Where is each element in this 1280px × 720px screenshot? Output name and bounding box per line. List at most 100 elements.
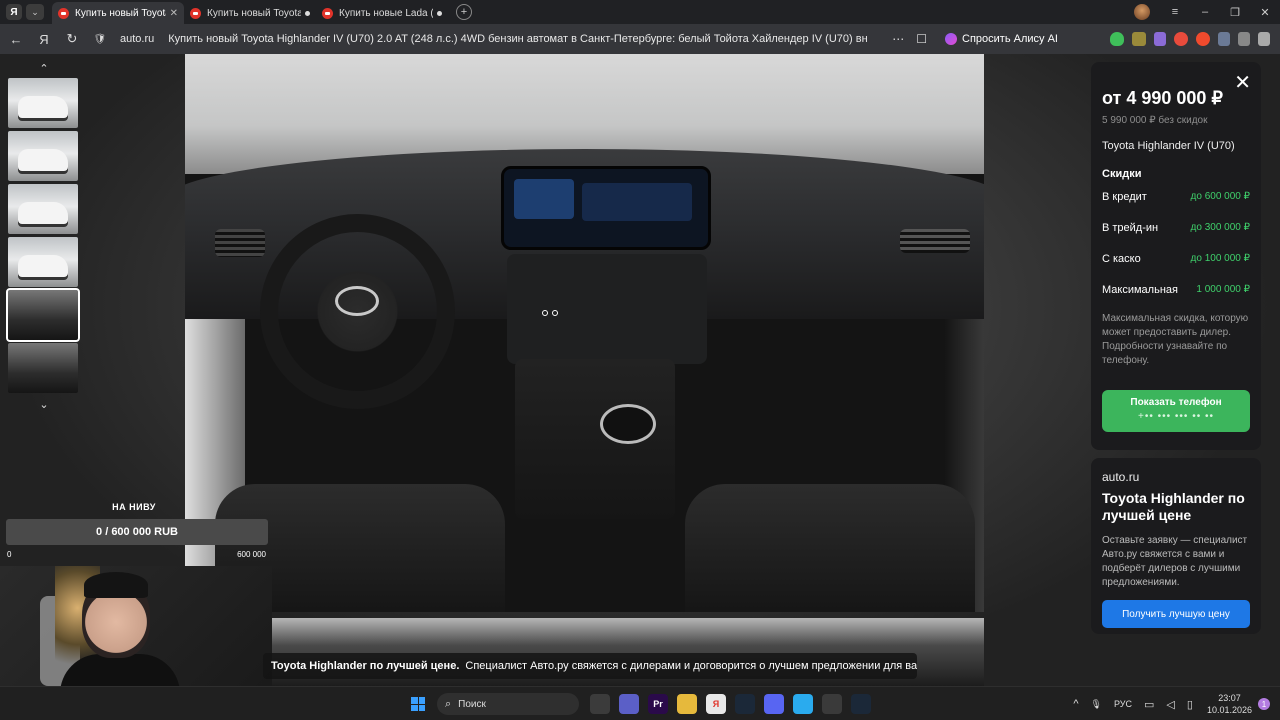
tray-overflow-icon[interactable]: ^	[1073, 698, 1078, 710]
gallery-thumbnail[interactable]	[8, 343, 78, 393]
tab-lada[interactable]: Купить новые Lada (ВА	[316, 2, 448, 24]
discounts-title: Скидки	[1102, 168, 1142, 180]
promo-text: Оставьте заявку — специалист Авто.ру свя…	[1102, 535, 1248, 588]
discount-label: Максимальная	[1102, 283, 1178, 296]
model-name: Toyota Highlander IV (U70)	[1102, 140, 1235, 152]
privacy-extension-icon[interactable]	[1218, 32, 1230, 46]
tab-toyota-2[interactable]: Купить новый Toyota H	[184, 2, 316, 24]
gallery-thumbnail[interactable]	[8, 131, 78, 181]
promo-brand: auto.ru	[1102, 470, 1140, 484]
feather-extension-icon[interactable]	[1154, 32, 1166, 46]
new-tab-button[interactable]: +	[456, 4, 472, 20]
carousel-dot-icon[interactable]	[552, 310, 558, 316]
banner-text: Специалист Авто.ру свяжется с дилерами и…	[465, 660, 917, 672]
notification-badge[interactable]: 1	[1258, 698, 1270, 710]
adblock-extension-icon[interactable]	[1174, 32, 1188, 46]
best-price-banner[interactable]: Toyota Highlander по лучшей цене. Специа…	[263, 653, 917, 679]
browser-menu-icon[interactable]: ≡	[1160, 6, 1190, 18]
bookmark-icon[interactable]: ☐	[916, 32, 927, 46]
donation-goal-overlay: НА НИВУ 0 / 600 000 RUB 0 600 000	[6, 502, 268, 564]
tab-unsaved-dot-icon	[305, 10, 310, 16]
site-security-icon[interactable]: 🛡	[86, 34, 114, 45]
discord-app-icon[interactable]	[764, 694, 784, 714]
autoru-favicon-icon	[322, 7, 333, 19]
tab-label: Купить новый Toyota H	[207, 7, 301, 19]
ask-alice-button[interactable]: Спросить Алису AI	[937, 29, 1066, 49]
page-title[interactable]: Купить новый Toyota Highlander IV (U70) …	[168, 33, 868, 45]
photo-infotainment-screen	[501, 166, 711, 250]
show-phone-label: Показать телефон	[1130, 397, 1222, 408]
restore-icon[interactable]: ❐	[1220, 6, 1250, 19]
goal-min: 0	[7, 550, 12, 559]
more-icon[interactable]: ⋯	[892, 32, 904, 46]
tab-close-icon[interactable]: ✕	[170, 8, 178, 19]
files-app-icon[interactable]	[590, 694, 610, 714]
network-icon[interactable]: ▭	[1144, 698, 1154, 711]
battery-icon[interactable]: ▯	[1187, 698, 1193, 711]
gallery-thumbnail[interactable]	[8, 237, 78, 287]
tab-unsaved-dot-icon	[437, 10, 442, 16]
language-indicator[interactable]: РУС	[1114, 699, 1132, 709]
premiere-app-icon[interactable]: Pr	[648, 694, 668, 714]
webcam-overlay	[0, 566, 272, 686]
discount-value: до 600 000 ₽	[1190, 191, 1250, 202]
thumbs-up-arrow-icon[interactable]: ⌃	[8, 60, 80, 78]
discount-label: В трейд-ин	[1102, 221, 1159, 234]
goal-max: 600 000	[237, 550, 266, 559]
window-controls: ≡ – ❐ ✕	[1134, 0, 1280, 24]
show-phone-button[interactable]: Показать телефон +•• ••• ••• •• ••	[1102, 390, 1250, 432]
gallery-thumbnails: ⌃ ⌄	[6, 60, 80, 420]
yandex-menu-icon[interactable]: Я	[6, 4, 22, 20]
discount-label: В кредит	[1102, 190, 1147, 203]
shield-extension-icon[interactable]	[1110, 32, 1124, 46]
discount-value: до 100 000 ₽	[1190, 253, 1250, 264]
ublock-extension-icon[interactable]	[1132, 32, 1146, 46]
downloads-icon[interactable]	[1258, 32, 1270, 46]
url-host[interactable]: auto.ru	[120, 33, 154, 45]
autoru-favicon-icon	[190, 7, 201, 19]
yandex-home-icon[interactable]: Я	[30, 32, 58, 47]
yandex-browser-app-icon[interactable]: Я	[706, 694, 726, 714]
microphone-icon[interactable]: 🎙	[1091, 699, 1102, 710]
steam-app-icon[interactable]	[735, 694, 755, 714]
thumbs-down-arrow-icon[interactable]: ⌄	[8, 396, 80, 414]
profile-avatar[interactable]	[1134, 4, 1150, 20]
carousel-dot-icon[interactable]	[542, 310, 548, 316]
close-window-icon[interactable]: ✕	[1250, 6, 1280, 19]
telegram-app-icon[interactable]	[793, 694, 813, 714]
close-gallery-icon[interactable]: ✕	[1234, 70, 1251, 95]
photo-center-console	[507, 254, 707, 364]
windows-start-icon[interactable]	[411, 697, 425, 711]
goal-title: НА НИВУ	[112, 502, 156, 512]
get-best-price-button[interactable]: Получить лучшую цену	[1102, 600, 1250, 628]
gallery-thumbnail-selected[interactable]	[6, 288, 80, 342]
extensions-puzzle-icon[interactable]	[1238, 32, 1250, 46]
discount-row: С каско до 100 000 ₽	[1102, 244, 1250, 273]
price: от 4 990 000 ₽	[1102, 88, 1223, 108]
volume-icon[interactable]: ◁	[1166, 698, 1174, 711]
taskbar-search[interactable]: ⌕ Поиск	[437, 693, 579, 715]
ask-alice-label: Спросить Алису AI	[962, 33, 1058, 45]
gallery-thumbnail[interactable]	[8, 184, 78, 234]
minimize-icon[interactable]: –	[1190, 6, 1220, 18]
tab-list-icon[interactable]: ⌄	[26, 4, 44, 20]
photo-carousel-dots[interactable]	[540, 310, 560, 316]
alice-icon	[945, 33, 958, 45]
clock[interactable]: 23:07 10.01.2026	[1207, 692, 1252, 716]
teams-app-icon[interactable]	[619, 694, 639, 714]
gallery-thumbnail[interactable]	[8, 78, 78, 128]
windows-taskbar: ⌕ Поиск Pr Я ^ 🎙 РУС ▭ ◁ ▯ 23:07 10.01.20…	[0, 686, 1280, 720]
back-icon[interactable]: ←	[2, 32, 30, 47]
steam-2-app-icon[interactable]	[851, 694, 871, 714]
clock-time: 23:07	[1218, 693, 1241, 703]
tab-toyota-1[interactable]: Купить новый Toyota H ✕	[52, 2, 184, 24]
record-extension-icon[interactable]	[1196, 32, 1210, 46]
search-icon: ⌕	[445, 697, 452, 710]
webcam-hair	[84, 572, 148, 598]
reload-icon[interactable]: ↻	[58, 31, 86, 47]
discount-row: В кредит до 600 000 ₽	[1102, 182, 1250, 211]
obs-app-icon[interactable]	[822, 694, 842, 714]
explorer-app-icon[interactable]	[677, 694, 697, 714]
photo-vent-right	[900, 229, 970, 253]
main-photo-interior[interactable]	[185, 54, 984, 612]
